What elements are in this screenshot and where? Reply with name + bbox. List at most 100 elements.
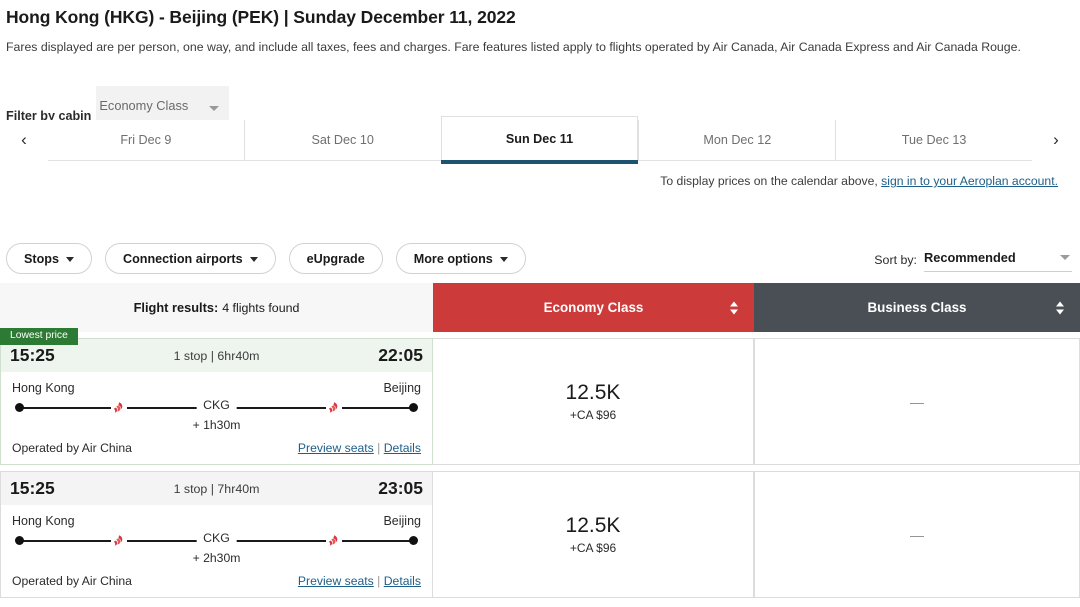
date-tab-sun-dec-11[interactable]: Sun Dec 11: [440, 116, 639, 164]
aeroplan-signin-note: To display prices on the calendar above,…: [660, 174, 1058, 188]
departure-time: 15:25: [10, 478, 55, 498]
departure-time: 15:25: [10, 345, 55, 365]
economy-class-column-header[interactable]: Economy Class: [433, 283, 754, 332]
operating-carrier: Operated by Air China: [12, 441, 132, 455]
sort-select-value: Recommended: [924, 250, 1016, 265]
flight-card-links: Preview seats | Details: [298, 574, 421, 588]
stops-duration-summary: 1 stop | 7hr40m: [173, 481, 260, 496]
sort-descending-icon: [730, 309, 738, 314]
link-separator: |: [377, 574, 381, 588]
economy-price-cell[interactable]: 12.5K +CA $96: [433, 471, 754, 598]
business-price-cell: —: [754, 471, 1080, 598]
preview-seats-link[interactable]: Preview seats: [298, 574, 374, 588]
fare-disclaimer: Fares displayed are per person, one way,…: [6, 40, 1021, 54]
arrival-time: 23:05: [378, 478, 423, 498]
flight-results-list: Lowest price 15:25 1 stop | 6hr40m 22:05…: [0, 328, 1080, 604]
destination-city: Beijing: [383, 381, 421, 395]
business-class-header-label: Business Class: [867, 300, 967, 315]
lowest-price-badge: Lowest price: [0, 328, 78, 346]
date-tab-label: Fri Dec 9: [120, 133, 172, 147]
date-tab-label: Mon Dec 12: [703, 133, 772, 147]
filter-pill-row: Stops Connection airports eUpgrade More …: [6, 243, 526, 274]
filter-pill-label: eUpgrade: [306, 251, 365, 266]
flight-results-label: Flight results:: [133, 300, 219, 315]
air-china-logo-icon: [111, 532, 127, 549]
filter-pill-label: Stops: [24, 251, 59, 266]
sort-select[interactable]: Recommended: [924, 244, 1072, 272]
economy-price-cell[interactable]: 12.5K +CA $96: [433, 338, 754, 465]
origin-city: Hong Kong: [12, 381, 75, 395]
destination-dot-icon: [409, 403, 418, 412]
flight-card-links: Preview seats | Details: [298, 441, 421, 455]
air-china-logo-icon: [326, 399, 342, 416]
date-tab-strip: ‹ Fri Dec 9 Sat Dec 10 Sun Dec 11 Mon De…: [0, 116, 1080, 164]
filter-pill-label: More options: [413, 251, 493, 266]
sort-descending-icon: [1056, 309, 1064, 314]
flight-results-count: Flight results: 4 flights found: [0, 283, 433, 332]
sort-control: Sort by: Recommended: [874, 244, 1072, 272]
results-header-bar: Flight results: 4 flights found Economy …: [0, 283, 1080, 332]
destination-city: Beijing: [383, 514, 421, 528]
origin-city: Hong Kong: [12, 514, 75, 528]
details-link[interactable]: Details: [384, 441, 421, 455]
layover-duration: + 1h30m: [192, 418, 241, 432]
date-tab-sat-dec-10[interactable]: Sat Dec 10: [243, 120, 441, 160]
flight-row: Lowest price 15:25 1 stop | 6hr40m 22:05…: [0, 328, 1080, 465]
next-dates-button[interactable]: ›: [1032, 120, 1080, 160]
filter-more-options-button[interactable]: More options: [395, 243, 526, 274]
sort-by-label: Sort by:: [874, 253, 917, 267]
stops-duration-summary: 1 stop | 6hr40m: [173, 348, 260, 363]
route-diagram: Hong Kong Beijing: [1, 372, 432, 432]
route-line: CKG: [12, 398, 421, 417]
filter-connection-airports-button[interactable]: Connection airports: [104, 243, 276, 274]
connection-airport-code: CKG: [196, 398, 237, 412]
date-tab-label: Tue Dec 13: [901, 133, 967, 147]
flight-results-number: 4 flights found: [222, 300, 300, 315]
operating-carrier: Operated by Air China: [12, 574, 132, 588]
prev-dates-button[interactable]: ‹: [0, 120, 48, 160]
flight-search-results-page: Hong Kong (HKG) - Beijing (PEK) | Sunday…: [0, 0, 1080, 607]
business-class-column-header[interactable]: Business Class: [754, 283, 1080, 332]
business-price-cell: —: [754, 338, 1080, 465]
business-unavailable-dash: —: [910, 393, 924, 410]
flight-row: 15:25 1 stop | 7hr40m 23:05 Hong Kong Be…: [0, 471, 1080, 598]
destination-dot-icon: [409, 536, 418, 545]
aeroplan-note-text: To display prices on the calendar above,: [660, 174, 882, 188]
filter-eupgrade-button[interactable]: eUpgrade: [288, 243, 383, 274]
date-tabs: Fri Dec 9 Sat Dec 10 Sun Dec 11 Mon Dec …: [48, 116, 1032, 164]
page-title: Hong Kong (HKG) - Beijing (PEK) | Sunday…: [6, 7, 516, 27]
details-link[interactable]: Details: [384, 574, 421, 588]
economy-cash-price: +CA $96: [569, 407, 617, 422]
aeroplan-signin-link[interactable]: sign in to your Aeroplan account.: [881, 174, 1058, 188]
flight-itinerary-card[interactable]: 15:25 1 stop | 7hr40m 23:05 Hong Kong Be…: [0, 471, 433, 598]
route-diagram: Hong Kong Beijing: [1, 505, 432, 565]
air-china-logo-icon: [111, 399, 127, 416]
origin-dot-icon: [15, 536, 24, 545]
sort-arrows-icon[interactable]: [730, 301, 738, 314]
flight-itinerary-card[interactable]: Lowest price 15:25 1 stop | 6hr40m 22:05…: [0, 328, 433, 465]
sort-arrows-icon[interactable]: [1056, 301, 1064, 314]
flight-card-footer: Operated by Air China Preview seats | De…: [1, 432, 432, 464]
origin-dot-icon: [15, 403, 24, 412]
economy-points-price: 12.5K: [565, 514, 621, 538]
filter-stops-button[interactable]: Stops: [6, 243, 92, 274]
connection-airport-code: CKG: [196, 531, 237, 545]
preview-seats-link[interactable]: Preview seats: [298, 441, 374, 455]
economy-points-price: 12.5K: [565, 381, 621, 405]
date-tab-tue-dec-13[interactable]: Tue Dec 13: [835, 120, 1032, 160]
date-tab-mon-dec-12[interactable]: Mon Dec 12: [638, 120, 836, 160]
date-tab-fri-dec-9[interactable]: Fri Dec 9: [48, 120, 244, 160]
route-city-labels: Hong Kong Beijing: [12, 514, 421, 528]
chevron-down-icon: [1060, 255, 1070, 260]
flight-card-footer: Operated by Air China Preview seats | De…: [1, 565, 432, 597]
date-tab-label: Sat Dec 10: [311, 133, 374, 147]
chevron-down-icon: [209, 106, 220, 111]
chevron-down-icon: [249, 257, 258, 262]
chevron-down-icon: [65, 257, 74, 262]
arrival-time: 22:05: [378, 345, 423, 365]
sort-ascending-icon: [730, 301, 738, 306]
route-city-labels: Hong Kong Beijing: [12, 381, 421, 395]
filter-pill-label: Connection airports: [122, 251, 243, 266]
layover-duration: + 2h30m: [192, 551, 241, 565]
air-china-logo-icon: [326, 532, 342, 549]
